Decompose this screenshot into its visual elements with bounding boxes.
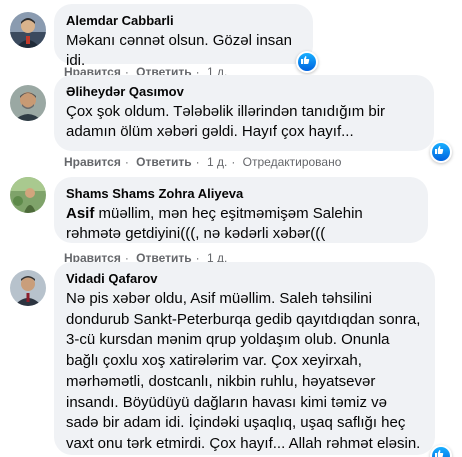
comment-text-body: müəllim, mən heç eşitməmişəm Salehin rəh… <box>66 205 363 242</box>
comment-text: Nə pis xəbər oldu, Asif müəllim. Saleh t… <box>66 290 421 457</box>
avatar-photo-icon <box>10 85 46 121</box>
comment-bubble: Vidadi Qafarov Nə pis xəbər oldu, Asif m… <box>54 262 435 457</box>
thumbs-up-icon <box>301 56 310 64</box>
comment-author[interactable]: Əliheydər Qasımov <box>66 83 422 100</box>
reply-button[interactable]: Ответить <box>136 155 191 169</box>
like-reaction-badge[interactable] <box>430 445 452 457</box>
comment-actions: Нравится · Ответить · 1 д. · Отредактирован… <box>64 155 342 169</box>
comment-author[interactable]: Vidadi Qafarov <box>66 270 423 287</box>
avatar-photo-icon <box>10 12 46 48</box>
comment-bubble: Alemdar Cabbarli Məkanı cənnət olsun. Gö… <box>54 4 313 69</box>
comment-text: Çox şok oldum. Tələbəlik illərindən tanı… <box>66 103 386 140</box>
timestamp[interactable]: 1 д. <box>207 155 227 169</box>
thumbs-up-icon <box>435 450 444 457</box>
avatar[interactable] <box>10 177 46 213</box>
avatar[interactable] <box>10 12 46 48</box>
avatar[interactable] <box>10 85 46 121</box>
edited-label[interactable]: Отредактировано <box>243 155 342 169</box>
mention-link[interactable]: Asif <box>66 205 94 222</box>
avatar-photo-icon <box>10 177 46 213</box>
comment-author[interactable]: Shams Shams Zohra Aliyeva <box>66 185 416 202</box>
comment-bubble: Shams Shams Zohra Aliyeva Asif müəllim, … <box>54 177 428 243</box>
avatar[interactable] <box>10 270 46 306</box>
comment-bubble: Əliheydər Qasımov Çox şok oldum. Tələbəl… <box>54 75 434 151</box>
like-reaction-badge[interactable] <box>430 141 452 163</box>
thumbs-up-icon <box>435 146 444 154</box>
comment-author[interactable]: Alemdar Cabbarli <box>66 12 301 29</box>
avatar-photo-icon <box>10 270 46 306</box>
like-button[interactable]: Нравится <box>64 155 121 169</box>
comment-text: Asif müəllim, mən heç eşitməmişəm Salehi… <box>66 204 416 244</box>
like-reaction-badge[interactable] <box>296 51 318 73</box>
